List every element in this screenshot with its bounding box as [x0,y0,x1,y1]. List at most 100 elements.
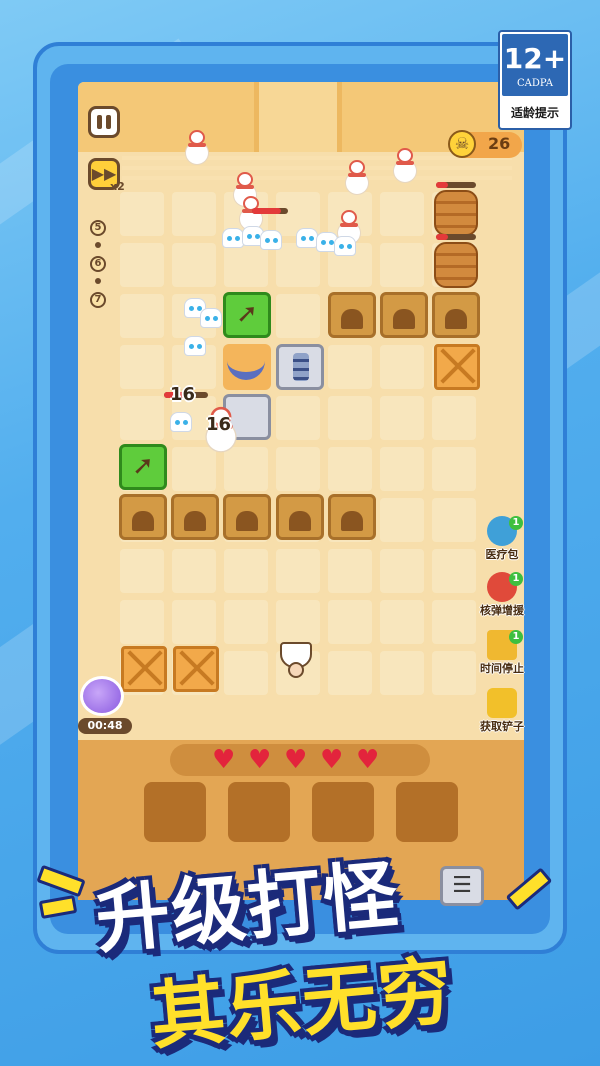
rock-block [380,292,428,338]
board-cell[interactable] [172,243,216,287]
rock-block [119,494,167,540]
item-label: 核弹增援 [480,604,524,617]
board-cell[interactable] [432,549,476,593]
potion-bubble[interactable] [80,676,124,716]
crossbow-tower[interactable]: ➚ [223,292,271,338]
hp-bar [436,182,476,188]
board-cell[interactable] [276,447,320,491]
rail [122,176,512,180]
age-number: 12+ [503,42,567,75]
item-label: 获取铲子 [480,720,524,733]
ghost-enemy [260,230,282,250]
board-cell[interactable] [328,549,372,593]
board-cell[interactable] [276,294,320,338]
board-cell[interactable] [276,396,320,440]
board-cell[interactable] [432,447,476,491]
rock-block [432,292,480,338]
board-cell[interactable] [328,345,372,389]
board-cell[interactable] [224,549,268,593]
rock-block [328,292,376,338]
nuke-icon: 1 [487,572,523,602]
rail [122,166,512,170]
board-cell[interactable] [120,600,164,644]
board-cell[interactable] [380,345,424,389]
ghost-enemy [200,308,222,328]
board-cell[interactable] [172,447,216,491]
card-slot[interactable] [228,782,290,842]
board-cell[interactable] [120,243,164,287]
age-rating-badge: 12+ CADPA 适龄提示 [498,30,572,130]
heart-icon: ♥ [212,745,236,775]
rock-block [223,494,271,540]
board-cell[interactable] [120,192,164,236]
item-shovel[interactable]: 获取铲子 [474,688,530,734]
rock-block [276,494,324,540]
hourglass-icon: 1 [487,630,523,660]
board-cell[interactable] [328,600,372,644]
card-slot[interactable] [144,782,206,842]
heart-icon: ♥ [284,745,308,775]
board-cell[interactable] [380,498,424,542]
board-cell[interactable] [380,549,424,593]
board-cell[interactable] [172,549,216,593]
item-label: 医疗包 [485,548,519,561]
card-slot[interactable] [396,782,458,842]
board-cell[interactable] [328,447,372,491]
crate-block [434,344,480,390]
board-cell[interactable] [328,396,372,440]
barrel-obstacle [434,242,478,288]
board-cell[interactable] [172,600,216,644]
board-cell[interactable] [432,600,476,644]
skull-icon: ☠ [448,130,476,158]
pause-icon [97,115,102,129]
board-cell[interactable] [120,549,164,593]
boomerang-tower[interactable] [223,344,271,390]
wave-marker: 6 [90,256,106,272]
age-tip: 适龄提示 [510,106,559,120]
ghost-enemy [296,228,318,248]
coffee-cup-player [276,636,316,682]
shovel-icon [487,688,517,718]
board-cell[interactable] [276,549,320,593]
task-button[interactable]: ☰ [440,866,484,906]
snowman-enemy [344,160,370,194]
board-cell[interactable] [224,447,268,491]
crossbow-tower[interactable]: ➚ [119,444,167,490]
board-cell[interactable] [432,498,476,542]
medkit-icon: 1 [487,516,523,546]
entry-door [254,82,342,152]
can-tower[interactable] [276,344,324,390]
board-cell[interactable] [172,192,216,236]
crate-block [173,646,219,692]
board-cell[interactable] [120,294,164,338]
ghost-enemy [334,236,356,256]
pause-button[interactable] [88,106,120,138]
board-cell[interactable] [432,396,476,440]
board-cell[interactable] [380,651,424,695]
board-cell[interactable] [380,447,424,491]
board-cell[interactable] [120,396,164,440]
board-cell[interactable] [224,651,268,695]
board-cell[interactable] [328,651,372,695]
rail [122,156,512,160]
wave-marker: 7 [90,292,106,308]
board-cell[interactable] [276,243,320,287]
item-time-stop[interactable]: 1 时间停止 [474,630,530,676]
item-medkit[interactable]: 1 医疗包 [474,516,530,562]
damage-number: 16 [206,414,232,435]
board-cell[interactable] [120,345,164,389]
item-nuke[interactable]: 1 核弹增援 [474,572,530,618]
board-cell[interactable] [432,651,476,695]
board-cell[interactable] [380,192,424,236]
rock-block [171,494,219,540]
board-cell[interactable] [224,600,268,644]
heart-icon: ♥ [356,745,380,775]
card-slot[interactable] [312,782,374,842]
skull-count: 26 [488,134,511,153]
item-label: 时间停止 [480,662,524,675]
board-cell[interactable] [380,243,424,287]
board-cell[interactable] [380,396,424,440]
board-cell[interactable] [380,600,424,644]
wave-dot [95,278,101,284]
hp-bar [252,208,288,214]
